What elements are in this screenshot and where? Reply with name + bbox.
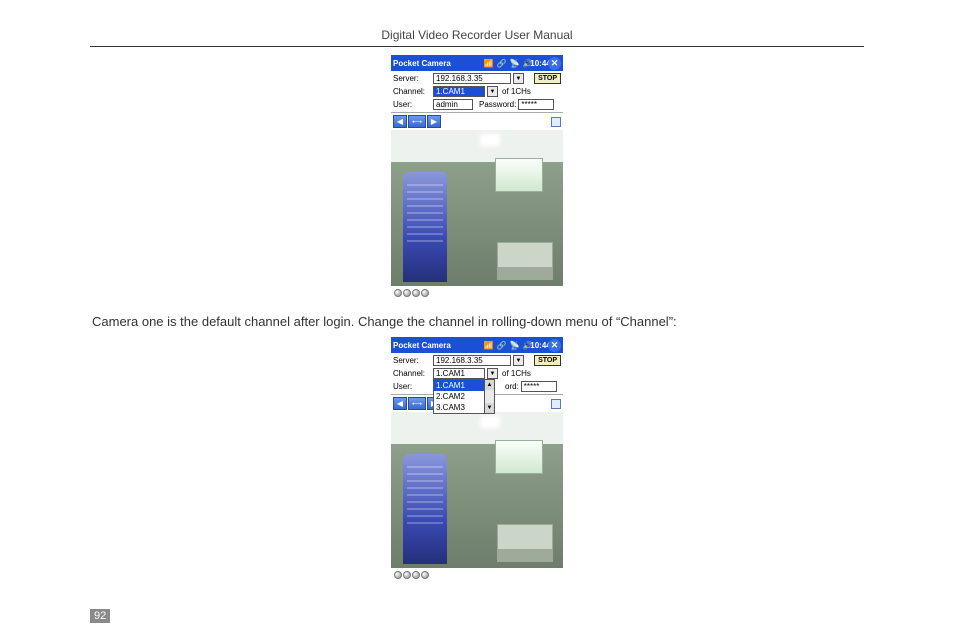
channel-option[interactable]: 1.CAM1 [434, 380, 484, 391]
server-dropdown-button[interactable]: ▼ [513, 355, 524, 366]
clock-label: 10:44 [535, 58, 546, 69]
fullscreen-button[interactable] [551, 399, 561, 409]
channel-dropdown-button[interactable]: ▼ [487, 86, 498, 97]
signal-icon: 📶 [483, 58, 494, 69]
clock-label: 10:44 [535, 340, 546, 351]
camera-view [391, 130, 563, 286]
nav-toolbar: ◀ ⟷ ▶ [391, 112, 563, 130]
nav-mid-button[interactable]: ⟷ [408, 115, 426, 128]
stop-button[interactable]: STOP [534, 355, 561, 366]
password-label-short: ord: [505, 381, 519, 393]
user-label: User: [393, 99, 431, 111]
phone-screenshot: Pocket Camera 📶 🔗 📡 🔊 10:44 ✕ Server: 19… [391, 55, 563, 300]
channel-select[interactable]: 1.CAM1 [433, 368, 485, 379]
server-input[interactable]: 192.168.3.35 [433, 73, 511, 84]
server-dropdown-button[interactable]: ▼ [513, 73, 524, 84]
user-label: User: [393, 381, 431, 393]
scroll-up-icon[interactable]: ▲ [485, 380, 494, 390]
nav-next-button[interactable]: ▶ [427, 115, 441, 128]
window-titlebar: Pocket Camera 📶 🔗 📡 🔊 10:44 ✕ [391, 337, 563, 353]
status-dot [421, 571, 429, 579]
status-dot [394, 289, 402, 297]
phone-screenshot-open: Pocket Camera 📶 🔗 📡 🔊 10:44 ✕ Server: 19… [391, 337, 563, 582]
page-header-title: Digital Video Recorder User Manual [90, 28, 864, 46]
window-titlebar: Pocket Camera 📶 🔗 📡 🔊 10:44 ✕ [391, 55, 563, 71]
channel-label: Channel: [393, 86, 431, 98]
status-dot [403, 289, 411, 297]
connection-form: Server: 192.168.3.35 ▼ STOP Channel: 1.C… [391, 353, 563, 394]
status-dot [412, 289, 420, 297]
status-dot [421, 289, 429, 297]
channel-option[interactable]: 2.CAM2 [434, 391, 484, 402]
status-dot [394, 571, 402, 579]
dropdown-scrollbar[interactable]: ▲ ▼ [484, 379, 495, 414]
channel-option[interactable]: 3.CAM3 [434, 402, 484, 413]
network-icon: 🔗 [496, 340, 507, 351]
channel-count-label: of 1CHs [502, 86, 531, 98]
nav-mid-button[interactable]: ⟷ [408, 397, 426, 410]
connection-form: Server: 192.168.3.35 ▼ STOP Channel: 1.C… [391, 71, 563, 112]
server-input[interactable]: 192.168.3.35 [433, 355, 511, 366]
app-title: Pocket Camera [393, 59, 451, 68]
page-number: 92 [90, 609, 110, 623]
channel-dropdown-button[interactable]: ▼ [487, 368, 498, 379]
fullscreen-button[interactable] [551, 117, 561, 127]
status-bar [391, 568, 563, 582]
password-input[interactable]: ***** [521, 381, 557, 392]
signal-icon: 📶 [483, 340, 494, 351]
status-dot [412, 571, 420, 579]
channel-label: Channel: [393, 368, 431, 380]
channel-select[interactable]: 1.CAM1 [433, 86, 485, 97]
password-input[interactable]: ***** [518, 99, 554, 110]
figure-1: Pocket Camera 📶 🔗 📡 🔊 10:44 ✕ Server: 19… [90, 55, 864, 300]
channel-count-label: of 1CHs [502, 368, 531, 380]
scroll-down-icon[interactable]: ▼ [485, 403, 494, 413]
nav-prev-button[interactable]: ◀ [393, 115, 407, 128]
status-bar [391, 286, 563, 300]
stop-button[interactable]: STOP [534, 73, 561, 84]
channel-dropdown-list[interactable]: 1.CAM1 2.CAM2 3.CAM3 ▲ ▼ [433, 379, 485, 414]
caption-text: Camera one is the default channel after … [90, 314, 864, 329]
server-label: Server: [393, 355, 431, 367]
figure-2: Pocket Camera 📶 🔗 📡 🔊 10:44 ✕ Server: 19… [90, 337, 864, 582]
antenna-icon: 📡 [509, 58, 520, 69]
close-button[interactable]: ✕ [548, 339, 561, 352]
password-label: Password: [479, 99, 516, 111]
nav-prev-button[interactable]: ◀ [393, 397, 407, 410]
camera-view [391, 412, 563, 568]
user-input[interactable]: admin [433, 99, 473, 110]
header-rule [90, 46, 864, 47]
network-icon: 🔗 [496, 58, 507, 69]
status-dot [403, 571, 411, 579]
app-title: Pocket Camera [393, 341, 451, 350]
server-label: Server: [393, 73, 431, 85]
close-button[interactable]: ✕ [548, 57, 561, 70]
antenna-icon: 📡 [509, 340, 520, 351]
